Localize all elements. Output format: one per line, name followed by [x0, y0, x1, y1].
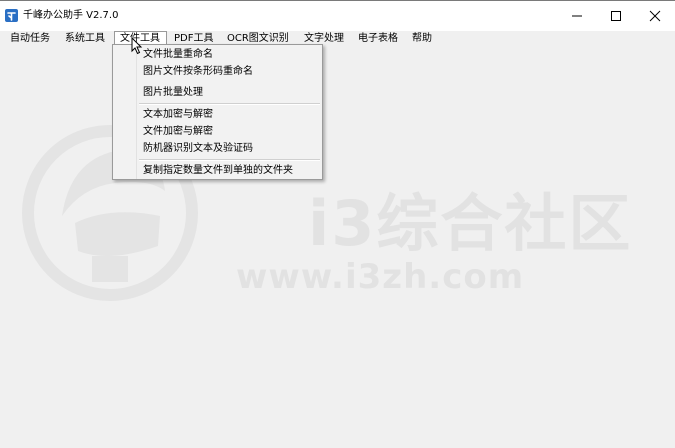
- menu-bar: 自动任务 系统工具 文件工具 PDF工具 OCR图文识别 文字处理 电子表格 帮…: [0, 31, 675, 47]
- menu-separator: [139, 103, 320, 105]
- watermark-url-text: www.i3zh.com: [236, 257, 525, 297]
- menu-spreadsheet[interactable]: 电子表格: [353, 31, 403, 47]
- watermark-brand-text: i3综合社区: [308, 187, 633, 260]
- menu-item-text-encrypt[interactable]: 文本加密与解密: [143, 107, 213, 122]
- menu-gutter: [113, 45, 137, 179]
- menu-system-tools[interactable]: 系统工具: [60, 31, 110, 47]
- title-bar[interactable]: 千峰办公助手 V2.7.0: [0, 1, 675, 31]
- file-tools-dropdown-menu: 文件批量重命名 图片文件按条形码重命名 图片批量处理 文本加密与解密 文件加密与…: [112, 44, 323, 180]
- menu-item-copy-files[interactable]: 复制指定数量文件到单独的文件夹: [143, 163, 293, 178]
- app-icon: [5, 9, 18, 22]
- app-window: 千峰办公助手 V2.7.0 自动任务 系统工具 文件工具 PDF工具 OCR图文…: [0, 0, 675, 448]
- menu-item-batch-rename[interactable]: 文件批量重命名: [143, 47, 213, 62]
- menu-item-file-encrypt[interactable]: 文件加密与解密: [143, 124, 213, 139]
- maximize-icon: [611, 11, 621, 21]
- menu-auto-tasks[interactable]: 自动任务: [5, 31, 55, 47]
- watermark-logo: [22, 125, 198, 301]
- menu-item-image-batch[interactable]: 图片批量处理: [143, 85, 203, 100]
- menu-help[interactable]: 帮助: [407, 31, 437, 47]
- menu-item-anti-recognition[interactable]: 防机器识别文本及验证码: [143, 141, 253, 156]
- close-icon: [649, 10, 661, 22]
- close-button[interactable]: [637, 1, 673, 31]
- window-title: 千峰办公助手 V2.7.0: [23, 10, 119, 21]
- menu-separator: [139, 159, 320, 161]
- minimize-icon: [572, 15, 582, 17]
- watermark: i3综合社区 www.i3zh.com: [0, 1, 675, 448]
- minimize-button[interactable]: [559, 1, 595, 31]
- mouse-cursor-icon: [131, 37, 143, 55]
- maximize-button[interactable]: [598, 1, 634, 31]
- menu-item-barcode-rename[interactable]: 图片文件按条形码重命名: [143, 64, 253, 79]
